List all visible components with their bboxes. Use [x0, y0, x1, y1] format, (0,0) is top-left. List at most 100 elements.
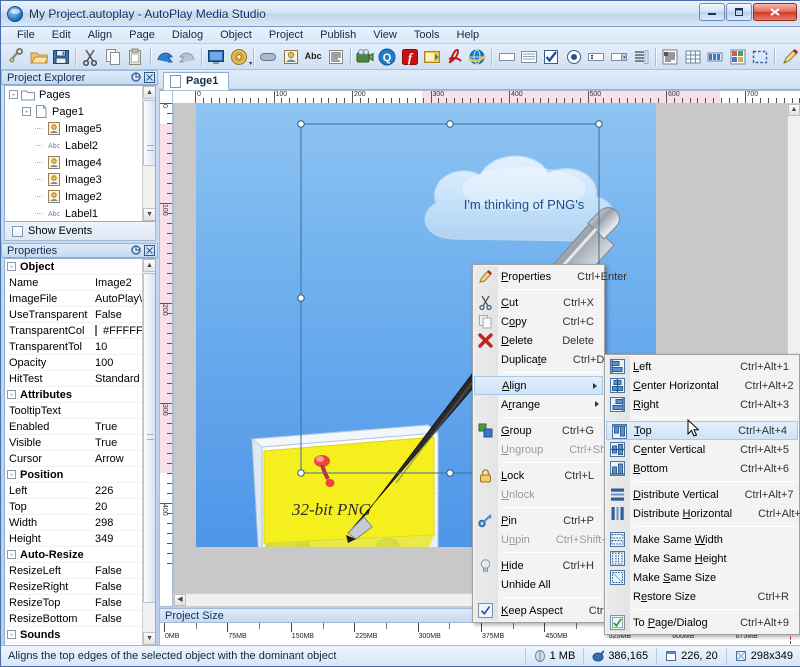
- paste-icon[interactable]: [125, 46, 145, 68]
- radio-object-icon[interactable]: [564, 46, 584, 68]
- property-row[interactable]: Enabled True: [5, 419, 144, 435]
- menu-item-restore-size[interactable]: Restore Size Ctrl+R: [605, 587, 799, 606]
- video-object-icon[interactable]: [355, 46, 375, 68]
- property-category[interactable]: - Object: [5, 259, 144, 275]
- scroll-up-arrow[interactable]: ▲: [143, 86, 155, 99]
- textbox-object-icon[interactable]: [496, 46, 516, 68]
- show-events-checkbox[interactable]: [12, 225, 23, 237]
- property-value[interactable]: True: [93, 421, 144, 433]
- tree-item-page1[interactable]: - Page1: [5, 103, 155, 120]
- flash-object-icon[interactable]: f: [400, 46, 420, 68]
- properties-grid[interactable]: -Object Name Image2 ImageFile AutoPlay\Imag U…: [4, 258, 156, 646]
- web-object-icon[interactable]: [467, 46, 487, 68]
- menu-project[interactable]: Project: [261, 27, 311, 43]
- tree-item-label1[interactable]: Abc Label1: [5, 205, 155, 221]
- menu-item-cut[interactable]: Cut Ctrl+X: [473, 293, 604, 312]
- menu-item-properties[interactable]: Properties Ctrl+Enter: [473, 267, 627, 286]
- menu-object[interactable]: Object: [212, 27, 260, 43]
- category-expander[interactable]: -: [7, 550, 16, 559]
- property-row[interactable]: Height 349: [5, 531, 144, 547]
- close-icon[interactable]: [143, 72, 155, 84]
- menu-item-center-vertical[interactable]: Center Vertical Ctrl+Alt+5: [605, 440, 799, 459]
- scroll-down-arrow[interactable]: ▼: [143, 632, 155, 645]
- property-value[interactable]: 349: [93, 533, 144, 545]
- tree-scrollbar[interactable]: ▲ ▼: [142, 86, 155, 221]
- menu-item-make-same-height[interactable]: Make Same Height: [605, 549, 799, 568]
- property-row[interactable]: ResizeLeft False: [5, 563, 144, 579]
- menu-page[interactable]: Page: [121, 27, 163, 43]
- tab-page1[interactable]: Page1: [163, 72, 230, 90]
- close-icon[interactable]: [143, 245, 155, 257]
- button-object-icon[interactable]: [258, 46, 278, 68]
- tree-object-icon[interactable]: [728, 46, 748, 68]
- property-value[interactable]: AutoPlay\Imag: [93, 293, 144, 305]
- build-cd-icon[interactable]: ▾: [229, 46, 252, 68]
- property-row[interactable]: UseTransparent False: [5, 307, 144, 323]
- property-value[interactable]: Image2: [93, 277, 144, 289]
- menu-dialog[interactable]: Dialog: [164, 27, 211, 43]
- property-row[interactable]: TooltipText: [5, 403, 144, 419]
- label-object-icon[interactable]: Abc: [303, 46, 323, 68]
- menu-item-distribute-vertical[interactable]: Distribute Vertical Ctrl+Alt+7: [605, 485, 799, 504]
- property-row[interactable]: ResizeTop False: [5, 595, 144, 611]
- tree-expander[interactable]: -: [9, 90, 18, 99]
- property-value[interactable]: False: [93, 565, 144, 577]
- property-row[interactable]: Width 298: [5, 515, 144, 531]
- property-value[interactable]: 226: [93, 485, 144, 497]
- slideshow-object-icon[interactable]: [422, 46, 442, 68]
- property-category[interactable]: - Position: [5, 467, 144, 483]
- property-value[interactable]: False: [93, 309, 144, 321]
- menu-item-center-horizontal[interactable]: Center Horizontal Ctrl+Alt+2: [605, 376, 799, 395]
- list-object-icon[interactable]: [631, 46, 651, 68]
- property-value[interactable]: False: [93, 581, 144, 593]
- menu-item-duplicate[interactable]: Duplicate Ctrl+D: [473, 350, 604, 369]
- property-value[interactable]: 20: [93, 501, 144, 513]
- menu-item-top[interactable]: Top Ctrl+Alt+4: [606, 421, 798, 440]
- menu-view[interactable]: View: [365, 27, 405, 43]
- richtext-object-icon[interactable]: [660, 46, 680, 68]
- tree-item-image4[interactable]: Image4: [5, 154, 155, 171]
- combobox-object-icon[interactable]: [608, 46, 628, 68]
- property-category[interactable]: - Sounds: [5, 627, 144, 643]
- menu-tools[interactable]: Tools: [406, 27, 448, 43]
- maximize-button[interactable]: [726, 3, 752, 21]
- pdf-object-icon[interactable]: [444, 46, 464, 68]
- menu-item-keep-aspect[interactable]: Keep AspectCtrl+K: [473, 601, 620, 620]
- tree-item-image2[interactable]: Image2: [5, 188, 155, 205]
- property-row[interactable]: ResizeBottom False: [5, 611, 144, 627]
- property-value[interactable]: 10: [93, 341, 144, 353]
- scroll-thumb[interactable]: [143, 273, 155, 603]
- property-row[interactable]: Top 20: [5, 499, 144, 515]
- property-row[interactable]: TransparentTol 10: [5, 339, 144, 355]
- category-expander[interactable]: -: [7, 630, 16, 639]
- menu-item-bottom[interactable]: Bottom Ctrl+Alt+6: [605, 459, 799, 478]
- listbox-object-icon[interactable]: [519, 46, 539, 68]
- property-row[interactable]: Cursor Arrow: [5, 451, 144, 467]
- project-tree[interactable]: - Pages - Page1 Image5 Abc Label2 Image4 Image3 I…: [4, 85, 156, 222]
- new-project-icon[interactable]: [6, 46, 26, 68]
- menu-item-to-page-dialog[interactable]: To Page/Dialog Ctrl+Alt+9: [605, 613, 799, 632]
- redo-icon[interactable]: [177, 46, 197, 68]
- tree-item-image5[interactable]: Image5: [5, 120, 155, 137]
- menu-align[interactable]: Align: [80, 27, 120, 43]
- menu-item-arrange[interactable]: Arrange: [473, 395, 604, 414]
- property-value[interactable]: Standard: [93, 373, 144, 385]
- property-category[interactable]: - Auto-Resize: [5, 547, 144, 563]
- scroll-up-arrow[interactable]: ▲: [143, 259, 155, 272]
- color-swatch[interactable]: [95, 325, 97, 336]
- property-row[interactable]: TransparentCol #FFFFFF: [5, 323, 144, 339]
- scroll-down-arrow[interactable]: ▼: [143, 208, 155, 221]
- image-object-icon[interactable]: [281, 46, 301, 68]
- scroll-thumb[interactable]: [143, 100, 155, 166]
- quicktime-object-icon[interactable]: Q: [377, 46, 397, 68]
- close-button[interactable]: [753, 3, 797, 21]
- float-icon[interactable]: [130, 245, 142, 257]
- property-value[interactable]: False: [93, 597, 144, 609]
- property-row[interactable]: Name Image2: [5, 275, 144, 291]
- menu-item-delete[interactable]: Delete Delete: [473, 331, 604, 350]
- tree-item-image3[interactable]: Image3: [5, 171, 155, 188]
- menu-item-unhide-all[interactable]: Unhide All: [473, 575, 604, 594]
- property-row[interactable]: Opacity 100: [5, 355, 144, 371]
- category-expander[interactable]: -: [7, 262, 16, 271]
- property-value[interactable]: #FFFFFF: [93, 325, 144, 337]
